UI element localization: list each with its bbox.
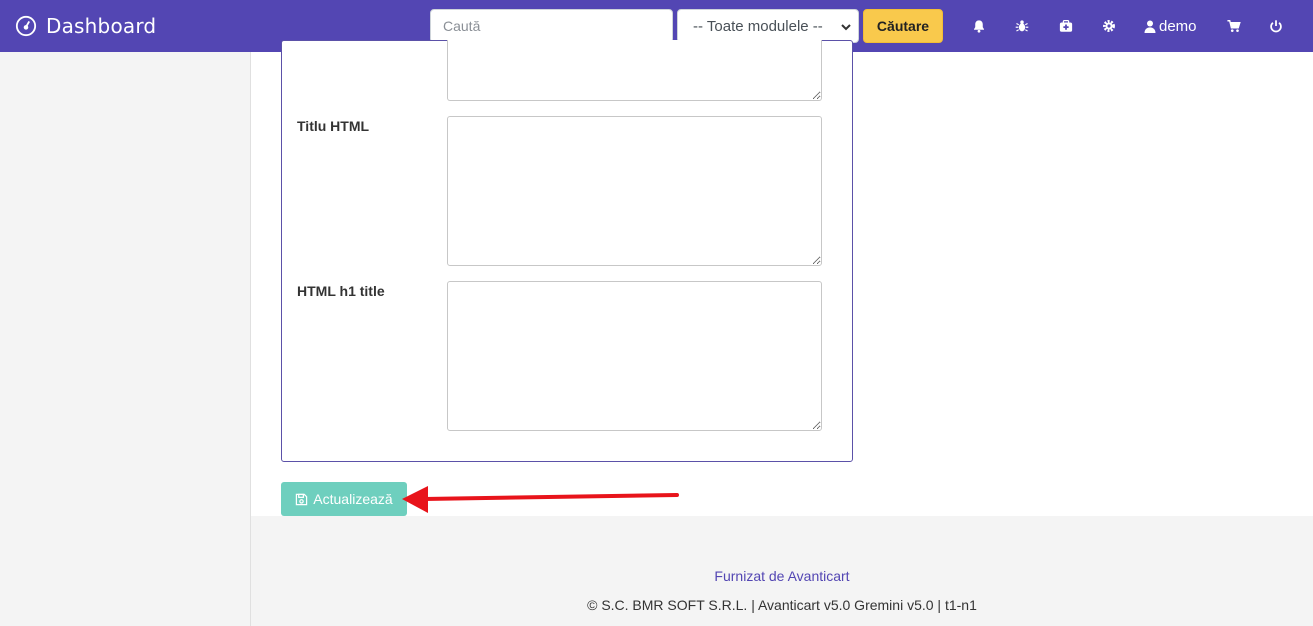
- module-select-value: -- Toate modulele --: [693, 17, 823, 35]
- gear-icon[interactable]: [1101, 18, 1117, 34]
- user-menu[interactable]: demo: [1144, 16, 1197, 36]
- module-select[interactable]: -- Toate modulele --: [677, 9, 859, 43]
- medkit-icon[interactable]: [1058, 18, 1074, 34]
- chevron-down-icon: [841, 24, 851, 31]
- update-button[interactable]: Actualizează: [281, 482, 407, 516]
- search-input[interactable]: [430, 9, 673, 43]
- power-icon[interactable]: [1268, 18, 1284, 34]
- save-icon: [296, 493, 308, 505]
- page-footer: Furnizat de Avanticart © S.C. BMR SOFT S…: [251, 516, 1313, 626]
- update-button-label: Actualizează: [313, 491, 393, 507]
- bell-icon[interactable]: [971, 18, 987, 34]
- footer-copyright: © S.C. BMR SOFT S.R.L. | Avanticart v5.0…: [587, 597, 977, 613]
- sidebar: [0, 52, 251, 626]
- bug-icon[interactable]: [1014, 18, 1030, 34]
- meta-textarea[interactable]: [447, 40, 822, 101]
- brand-title: Dashboard: [46, 14, 157, 38]
- user-name: demo: [1159, 17, 1197, 35]
- html-title-textarea[interactable]: [447, 116, 822, 266]
- annotation-arrow-icon: [402, 486, 679, 513]
- footer-powered-by-link[interactable]: Furnizat de Avanticart: [251, 568, 1313, 584]
- html-title-label: Titlu HTML: [297, 118, 370, 134]
- search-button[interactable]: Căutare: [863, 9, 943, 43]
- html-h1-title-textarea[interactable]: [447, 281, 822, 431]
- html-h1-title-label: HTML h1 title: [297, 283, 385, 299]
- dashboard-gauge-icon: [15, 15, 37, 37]
- cart-icon[interactable]: [1226, 18, 1242, 34]
- user-icon: [1144, 20, 1156, 33]
- brand-link[interactable]: Dashboard: [15, 13, 156, 39]
